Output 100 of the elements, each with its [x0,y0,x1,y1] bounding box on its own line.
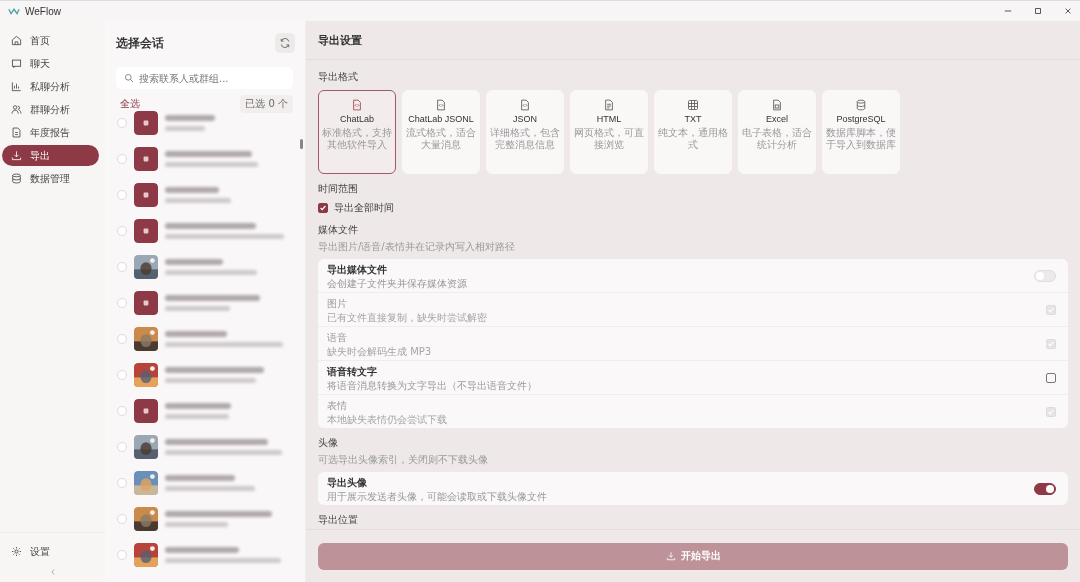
refresh-icon [279,37,291,49]
blurred-text [165,522,228,527]
spreadsheet-icon [771,99,783,111]
minimize-icon[interactable] [1004,7,1012,15]
format-card[interactable]: PostgreSQL 数据库脚本，便于导入到数据库 [822,90,900,174]
blurred-text [165,414,229,419]
format-card[interactable]: HTML 网页格式，可直接浏览 [570,90,648,174]
group-avatar-icon [134,147,158,171]
format-name: TXT [684,114,702,124]
checkbox[interactable] [1046,372,1056,383]
sidebar-item[interactable]: 年度报告 [2,122,99,143]
blurred-text [165,259,223,265]
sidebar-item[interactable]: 导出 [2,145,99,166]
row-checkbox[interactable] [117,118,127,128]
row-checkbox[interactable] [117,406,127,416]
format-name: JSON [513,114,537,124]
row-checkbox[interactable] [117,154,127,164]
toggle-switch[interactable] [1034,482,1056,495]
select-all-link[interactable]: 全选 [120,97,140,111]
app-logo-icon [8,7,20,15]
row-checkbox[interactable] [117,370,127,380]
option-label: 语音转文字 [327,364,378,379]
row-checkbox[interactable] [117,478,127,488]
checkbox-label: 导出全部时间 [334,201,394,215]
option-label: 图片 [327,296,348,311]
scrollbar[interactable] [300,139,303,149]
section-label: 导出位置 [318,513,359,527]
format-name: HTML [596,114,622,124]
sidebar-item[interactable]: 私聊分析 [2,76,99,97]
sidebar-item[interactable]: 聊天 [2,53,99,74]
format-name: ChatLab [340,114,374,124]
format-name: PostgreSQL [836,114,886,124]
blurred-text [165,126,205,131]
row-checkbox[interactable] [117,262,127,272]
row-checkbox[interactable] [117,334,127,344]
document-icon [603,99,615,111]
close-icon[interactable] [1064,7,1072,15]
code-file-icon [435,99,447,111]
format-description: 标准格式，支持其他软件导入 [322,127,392,150]
group-avatar-icon [134,111,158,135]
code-file-icon [519,99,531,111]
option-label: 语音 [327,330,348,345]
format-card[interactable]: Excel 电子表格，适合统计分析 [738,90,816,174]
format-card[interactable]: TXT 纯文本，通用格式 [654,90,732,174]
chart-icon [11,81,22,92]
group-avatar-icon [134,183,158,207]
settings-item[interactable]: 设置 [2,541,103,562]
option-description: 已有文件直接复制，缺失时尝试解密 [327,311,487,323]
panel-title: 选择会话 [116,34,164,52]
document-icon [11,127,22,138]
option-label: 导出媒体文件 [327,262,388,277]
blurred-text [165,306,230,311]
sidebar-item[interactable]: 数据管理 [2,168,99,189]
format-card[interactable]: ChatLab 标准格式，支持其他软件导入 [318,90,396,174]
section-label: 时间范围 [318,182,359,196]
row-checkbox[interactable] [117,190,127,200]
row-checkbox[interactable] [117,298,127,308]
format-name: Excel [766,114,788,124]
option-description: 会创建子文件夹并保存媒体资源 [327,277,467,289]
settings-icon [11,546,22,557]
download-icon [665,551,676,561]
format-name: ChatLab JSONL [408,114,474,124]
sidebar-item[interactable]: 群聊分析 [2,99,99,120]
maximize-icon[interactable] [1034,7,1042,15]
row-checkbox[interactable] [117,550,127,560]
format-card[interactable]: ChatLab JSONL 流式格式，适合大量消息 [402,90,480,174]
group-avatar-icon [134,399,158,423]
group-avatar-icon [134,291,158,315]
code-file-icon [351,99,363,111]
page-title: 导出设置 [318,32,362,48]
collapse-chevron-icon[interactable] [49,568,56,576]
option-description: 用于展示发送者头像，可能会读取或下载头像文件 [327,490,547,502]
selected-count: 已选 0 个 [240,95,293,113]
format-description: 网页格式，可直接浏览 [574,127,644,150]
option-description: 缺失时会解码生成 MP3 [327,345,432,357]
blurred-text [165,475,235,481]
format-description: 电子表格，适合统计分析 [742,127,812,150]
database-icon [855,99,867,111]
table-icon [687,99,699,111]
refresh-button[interactable] [275,33,295,53]
chat-icon [11,58,22,69]
option-label: 表情 [327,398,348,413]
section-label: 头像 [318,436,339,450]
row-checkbox[interactable] [117,514,127,524]
blurred-text [165,115,215,121]
row-checkbox[interactable] [117,226,127,236]
checkbox[interactable] [318,203,328,213]
option-description: 将语音消息转换为文字导出（不导出语音文件） [327,379,537,391]
sidebar-item[interactable]: 首页 [2,30,99,51]
blurred-text [165,403,231,409]
section-hint: 可选导出头像索引，关闭则不下载头像 [318,453,489,467]
download-icon [11,150,22,161]
search-field[interactable]: 搜索联系人或群组... [116,67,293,89]
row-checkbox[interactable] [117,442,127,452]
group-avatar-icon [134,219,158,243]
blurred-text [165,187,219,193]
blurred-text [165,198,231,203]
format-card[interactable]: JSON 详细格式，包含完整消息信息 [486,90,564,174]
format-description: 数据库脚本，便于导入到数据库 [826,127,896,150]
search-icon [124,73,134,83]
